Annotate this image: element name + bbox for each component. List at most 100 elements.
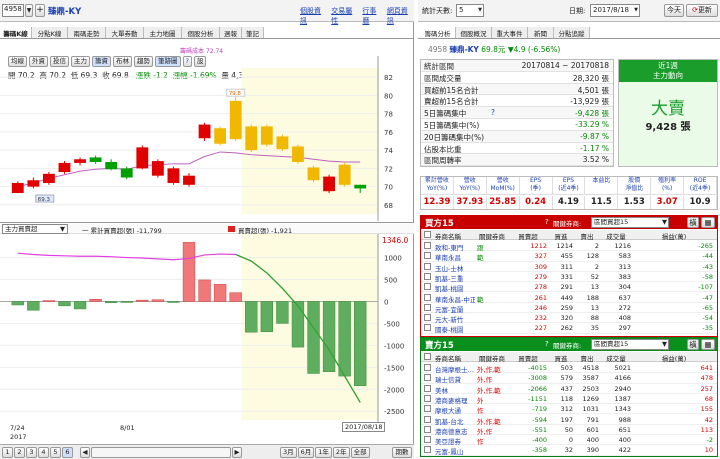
row-checkbox[interactable]	[424, 314, 431, 322]
buy-table-row[interactable]: 元富-宜蘭 246 259 13 272 -65	[421, 303, 717, 314]
sell-table-row[interactable]: 美亞證券作 -400 0 400 400 -2	[421, 435, 717, 446]
sell-table-row[interactable]: 元富-鳳山 -358 32 390 422 10	[421, 445, 717, 456]
select-all-checkbox[interactable]	[424, 353, 431, 360]
row-checkbox[interactable]	[424, 303, 431, 311]
date-input[interactable]: 2017/8/18 ▼	[590, 4, 640, 17]
sort-button[interactable]: 期數	[392, 447, 412, 458]
buy-col-header: 券商名稱	[435, 233, 461, 241]
buy-table-icon[interactable]: ▦	[701, 217, 715, 228]
buy-table-row[interactable]: 凱基-桃園 278 291 13 304 -107	[421, 282, 717, 293]
sell-cell: 155	[700, 405, 713, 414]
row-checkbox[interactable]	[424, 262, 431, 270]
page-button-4[interactable]: 4	[38, 447, 49, 458]
page-button-6[interactable]: 6	[62, 447, 73, 458]
buy-table-row[interactable]: 元大-新竹 232 320 88 408 -54	[421, 313, 717, 324]
row-checkbox[interactable]	[424, 242, 431, 249]
period-button-4[interactable]: 全部	[350, 447, 370, 458]
period-button-3[interactable]: 2年	[332, 447, 350, 458]
row-checkbox[interactable]	[424, 384, 431, 392]
link-stock-info[interactable]: 個股資訊	[300, 6, 327, 26]
tab-weekly[interactable]: 週報	[220, 27, 242, 38]
quote-name: 臻鼎-KY	[449, 45, 479, 54]
sell-table-row[interactable]: 美林 外,作,範 -2066 437 2503 2940 257	[421, 384, 717, 395]
scroll-first-button[interactable]: ◀	[80, 447, 90, 458]
tab-news[interactable]: 新聞	[528, 27, 554, 38]
buy-horizontal-button[interactable]: 橫	[687, 217, 699, 228]
sell-help-icon[interactable]: ?	[545, 340, 549, 348]
sell-filter-select[interactable]: 區間賣超15 ▼	[591, 339, 669, 350]
stats-value: 20170814 ~ 20170818	[521, 61, 609, 70]
row-checkbox[interactable]	[424, 446, 431, 454]
buy-table-row[interactable]: 凱基-三重 279 331 52 383 -58	[421, 272, 717, 283]
row-checkbox[interactable]	[424, 324, 431, 332]
buy-cell: 261	[534, 293, 547, 302]
buy-table-row[interactable]: 致和-東門跟 1212 1214 2 1216 -265	[421, 241, 717, 252]
refresh-button[interactable]: ⟳更新	[686, 4, 718, 17]
buy-table-row[interactable]: 玉山-士林 309 311 2 313 -43	[421, 262, 717, 273]
sell-cell: 503	[560, 364, 573, 372]
sell-table-row[interactable]: 凱基-台北 外,作,範 -594 197 791 988 42	[421, 415, 717, 426]
scroll-right-button[interactable]: ▶	[232, 447, 242, 458]
indicator-select[interactable]: 主力買賣超 ▼	[2, 224, 68, 234]
row-checkbox[interactable]	[424, 425, 431, 433]
row-checkbox[interactable]	[424, 436, 431, 444]
page-button-5[interactable]: 5	[50, 447, 61, 458]
row-checkbox[interactable]	[424, 252, 431, 260]
tab-big-order[interactable]: 大單券動	[106, 27, 144, 38]
stock-code-input[interactable]: 4958	[2, 4, 24, 17]
buy-table-row[interactable]: 國泰-桃園 227 262 35 297 -35	[421, 323, 717, 334]
period-button-0[interactable]: 3月	[280, 447, 297, 458]
tab-chip-k[interactable]: 籌碼K線	[0, 27, 32, 38]
tab-stock-analysis[interactable]: 個股分析	[182, 27, 220, 38]
vol-tick-label: -500	[384, 320, 400, 328]
buy-cell: 128	[586, 252, 599, 261]
row-checkbox[interactable]	[424, 394, 431, 402]
tab-events[interactable]: 重大事件	[492, 27, 528, 38]
sell-table-row[interactable]: 摩根大通作 -719 312 1031 1343 155	[421, 404, 717, 415]
sell-table-icon[interactable]: ▦	[701, 339, 715, 350]
page-button-2[interactable]: 2	[14, 447, 25, 458]
add-button[interactable]: +	[35, 4, 45, 17]
sell-table-row[interactable]: 台灣摩根士… 外,作,範 -4015 503 4518 5021 641	[421, 363, 717, 374]
row-checkbox[interactable]	[424, 272, 431, 280]
tab-two-trend[interactable]: 兩碼走勢	[68, 27, 106, 38]
row-checkbox[interactable]	[424, 364, 431, 371]
row-checkbox[interactable]	[424, 415, 431, 423]
buy-table-row[interactable]: 華南永昌範 327 455 128 583 -44	[421, 251, 717, 262]
tab-branch-k[interactable]: 分點K線	[32, 27, 68, 38]
tab-overview[interactable]: 個股概況	[456, 27, 492, 38]
net-buy-bar	[182, 242, 196, 302]
sell-horizontal-button[interactable]: 橫	[687, 339, 699, 350]
tab-main-map[interactable]: 主力地圖	[144, 27, 182, 38]
sell-table-row[interactable]: 港商麥格理外 -1151 118 1269 1387 68	[421, 394, 717, 405]
tab-chip-analysis[interactable]: 籌碼分析	[420, 27, 456, 38]
row-checkbox[interactable]	[424, 283, 431, 291]
net-buy-bar	[354, 301, 367, 387]
buy-help-icon[interactable]: ?	[545, 218, 549, 226]
period-button-1[interactable]: 6月	[297, 447, 315, 458]
days-select[interactable]: 5 ▼	[456, 4, 484, 17]
row-checkbox[interactable]	[424, 405, 431, 413]
row-checkbox[interactable]	[424, 374, 431, 382]
period-button-2[interactable]: 1年	[315, 447, 332, 458]
row-checkbox[interactable]	[424, 293, 431, 301]
link-calendar[interactable]: 行事曆	[362, 6, 382, 26]
dropdown-arrow-button[interactable]: ▼	[25, 4, 33, 17]
tab-branch-track[interactable]: 分點追蹤	[554, 27, 590, 38]
link-trade-attr[interactable]: 交易屬性	[331, 6, 358, 26]
buy-table-row[interactable]: 華南永昌-中正範 261 449 188 637 -47	[421, 293, 717, 304]
buy-filter-select[interactable]: 區間買超15 ▼	[591, 217, 669, 228]
scroll-track[interactable]	[91, 447, 231, 458]
today-button[interactable]: 今天	[664, 4, 684, 17]
link-web-info[interactable]: 網頁資訊	[387, 6, 414, 26]
page-button-3[interactable]: 3	[26, 447, 37, 458]
select-all-checkbox[interactable]	[424, 231, 431, 238]
tab-notes[interactable]: 筆記	[242, 27, 264, 38]
help-icon[interactable]: ?	[491, 108, 495, 117]
sell-table-row[interactable]: 港商德意志 外,作 -551 50 601 651 113	[421, 425, 717, 436]
sell-table-row[interactable]: 瑞士信貸 外,作 -3008 579 3587 4166 478	[421, 373, 717, 384]
broker-name[interactable]: 國泰-桃園	[435, 324, 475, 334]
candle-body	[136, 147, 149, 169]
page-button-1[interactable]: 1	[2, 447, 13, 458]
broker-name[interactable]: 元富-鳳山	[435, 446, 475, 456]
